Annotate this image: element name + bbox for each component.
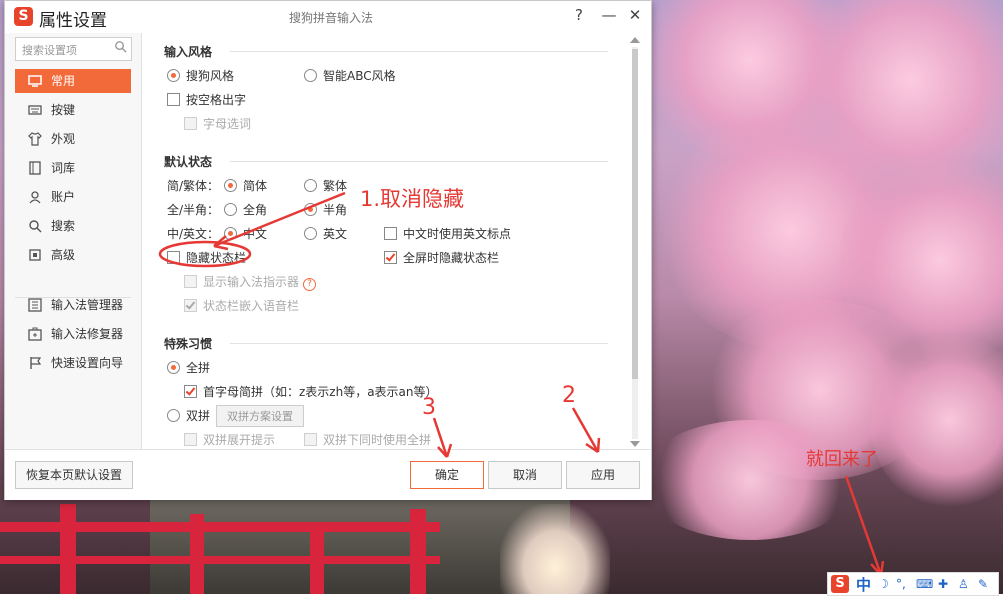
checkbox-show-indicator[interactable]: 显示输入法指示器? [184,273,317,291]
radio-quanpin[interactable]: 全拼 [167,359,210,376]
repair-icon [28,327,42,341]
radio-sogou-style[interactable]: 搜狗风格 [167,67,234,84]
restore-defaults-button[interactable]: 恢复本页默认设置 [15,461,133,489]
settings-search[interactable]: 搜索设置项 [15,37,132,61]
section-divider [230,51,608,52]
sidebar-item-label: 词库 [51,161,76,175]
square-icon [29,249,41,261]
sidebar-item-appearance[interactable]: 外观 [15,127,131,151]
sidebar-tool-repair[interactable]: 输入法修复器 [15,322,131,346]
sidebar-tool-label: 输入法管理器 [51,298,124,312]
sidebar-item-label: 常用 [51,74,76,88]
section-title: 输入风格 [164,45,213,59]
monitor-icon [28,75,42,87]
annotation-step3: 3 [422,395,436,420]
sidebar-item-label: 账户 [51,190,76,204]
shirt-icon [28,132,42,146]
radio-shuangpin[interactable]: 双拼 双拼方案设置 [167,405,305,427]
section-divider [230,343,608,344]
sidebar-item-keys[interactable]: 按键 [15,98,131,122]
shirt-icon[interactable]: ♙ [958,577,969,591]
search-icon[interactable] [114,40,127,53]
minimize-button[interactable]: — [599,6,619,24]
properties-dialog: S 属性设置 搜狗拼音输入法 ? — ✕ 搜索设置项 常用 按键 外观 词库 账… [4,0,652,500]
sidebar-tool-wizard[interactable]: 快速设置向导 [15,351,131,375]
sogou-logo-icon: S [14,7,33,26]
checkbox-letter-select[interactable]: 字母选词 [184,115,251,132]
checkbox-hide-statusbar[interactable]: 隐藏状态栏 [167,249,246,266]
help-button[interactable]: ? [569,6,589,24]
wrench-icon[interactable]: ✎ [978,577,988,591]
ok-button[interactable]: 确定 [410,461,484,489]
checkbox-shuangpin-hint[interactable]: 双拼展开提示 [184,431,275,448]
keyboard-icon [28,105,42,115]
search-icon [29,220,42,233]
radio-chinese[interactable]: 中文 [224,225,267,242]
radio-traditional[interactable]: 繁体 [304,177,347,194]
radio-abc-style[interactable]: 智能ABC风格 [304,67,396,84]
sidebar-item-dictionary[interactable]: 词库 [15,156,131,180]
sogou-logo-icon[interactable]: S [831,575,849,593]
ime-status-bar[interactable]: S 中 ☽ °, ⌨ ✚ ♙ ✎ [827,572,999,596]
label-width: 全/半角： [167,203,220,217]
checkbox-shuangpin-both[interactable]: 双拼下同时使用全拼 [304,431,431,448]
user-icon [29,191,41,204]
annotation-step1: 1.取消隐藏 [360,187,465,211]
radio-english[interactable]: 英文 [304,225,347,242]
apply-button[interactable]: 应用 [566,461,640,489]
cancel-button[interactable]: 取消 [488,461,562,489]
section-divider [230,161,608,162]
scroll-up-icon[interactable] [630,37,640,43]
sidebar-item-label: 外观 [51,132,76,146]
label-lang: 中/英文： [167,227,220,241]
sidebar-item-common[interactable]: 常用 [15,69,131,93]
search-input[interactable]: 搜索设置项 [22,42,77,58]
flag-icon [30,357,42,369]
sidebar-tool-label: 快速设置向导 [51,356,124,370]
sidebar-item-label: 搜索 [51,219,76,233]
sidebar-item-search[interactable]: 搜索 [15,214,131,238]
scroll-thumb[interactable] [632,49,638,379]
dialog-footer: 恢复本页默认设置 确定 取消 应用 [5,449,651,500]
scroll-down-icon[interactable] [630,441,640,447]
checkbox-fullscreen-hide[interactable]: 全屏时隐藏状态栏 [384,249,499,266]
toolbox-icon[interactable]: ✚ [938,577,948,591]
dialog-title: 属性设置 [39,11,107,31]
help-icon[interactable]: ? [303,278,317,291]
sidebar: 搜索设置项 常用 按键 外观 词库 账户 搜索 高级 输入法管理器 输入法修复器… [5,33,142,449]
title-bar[interactable]: S 属性设置 搜狗拼音输入法 ? — ✕ [5,1,651,33]
sidebar-item-account[interactable]: 账户 [15,185,131,209]
radio-simplified[interactable]: 简体 [224,177,267,194]
radio-half-width[interactable]: 半角 [304,201,347,218]
moon-icon[interactable]: ☽ [878,577,889,591]
sidebar-item-advanced[interactable]: 高级 [15,243,131,267]
app-name: 搜狗拼音输入法 [289,11,374,25]
section-title: 特殊习惯 [164,337,213,351]
section-title: 默认状态 [164,155,213,169]
radio-full-width[interactable]: 全角 [224,201,267,218]
checkbox-space-output[interactable]: 按空格出字 [167,91,246,108]
close-button[interactable]: ✕ [625,6,645,24]
checkbox-initial-abbr[interactable]: 首字母简拼（如：z表示zh等，a表示an等） [184,383,438,400]
sidebar-tool-manager[interactable]: 输入法管理器 [15,293,131,317]
sidebar-item-label: 高级 [51,248,76,262]
checkbox-embed-voice[interactable]: 状态栏嵌入语音栏 [184,297,299,314]
annotation-back: 就回来了 [806,449,878,470]
checkbox-english-punct[interactable]: 中文时使用英文标点 [384,225,511,242]
settings-scrollbar[interactable] [629,37,641,447]
keyboard-icon[interactable]: ⌨ [916,577,933,591]
sidebar-item-label: 按键 [51,103,76,117]
sidebar-tool-label: 输入法修复器 [51,327,124,341]
annotation-step2: 2 [562,383,576,408]
manager-icon [28,298,42,312]
shuangpin-scheme-button[interactable]: 双拼方案设置 [216,405,305,427]
ime-mode-toggle[interactable]: 中 [856,574,871,595]
punctuation-icon[interactable]: °, [896,577,906,591]
label-script: 简/繁体： [167,179,220,193]
book-icon [29,161,41,175]
